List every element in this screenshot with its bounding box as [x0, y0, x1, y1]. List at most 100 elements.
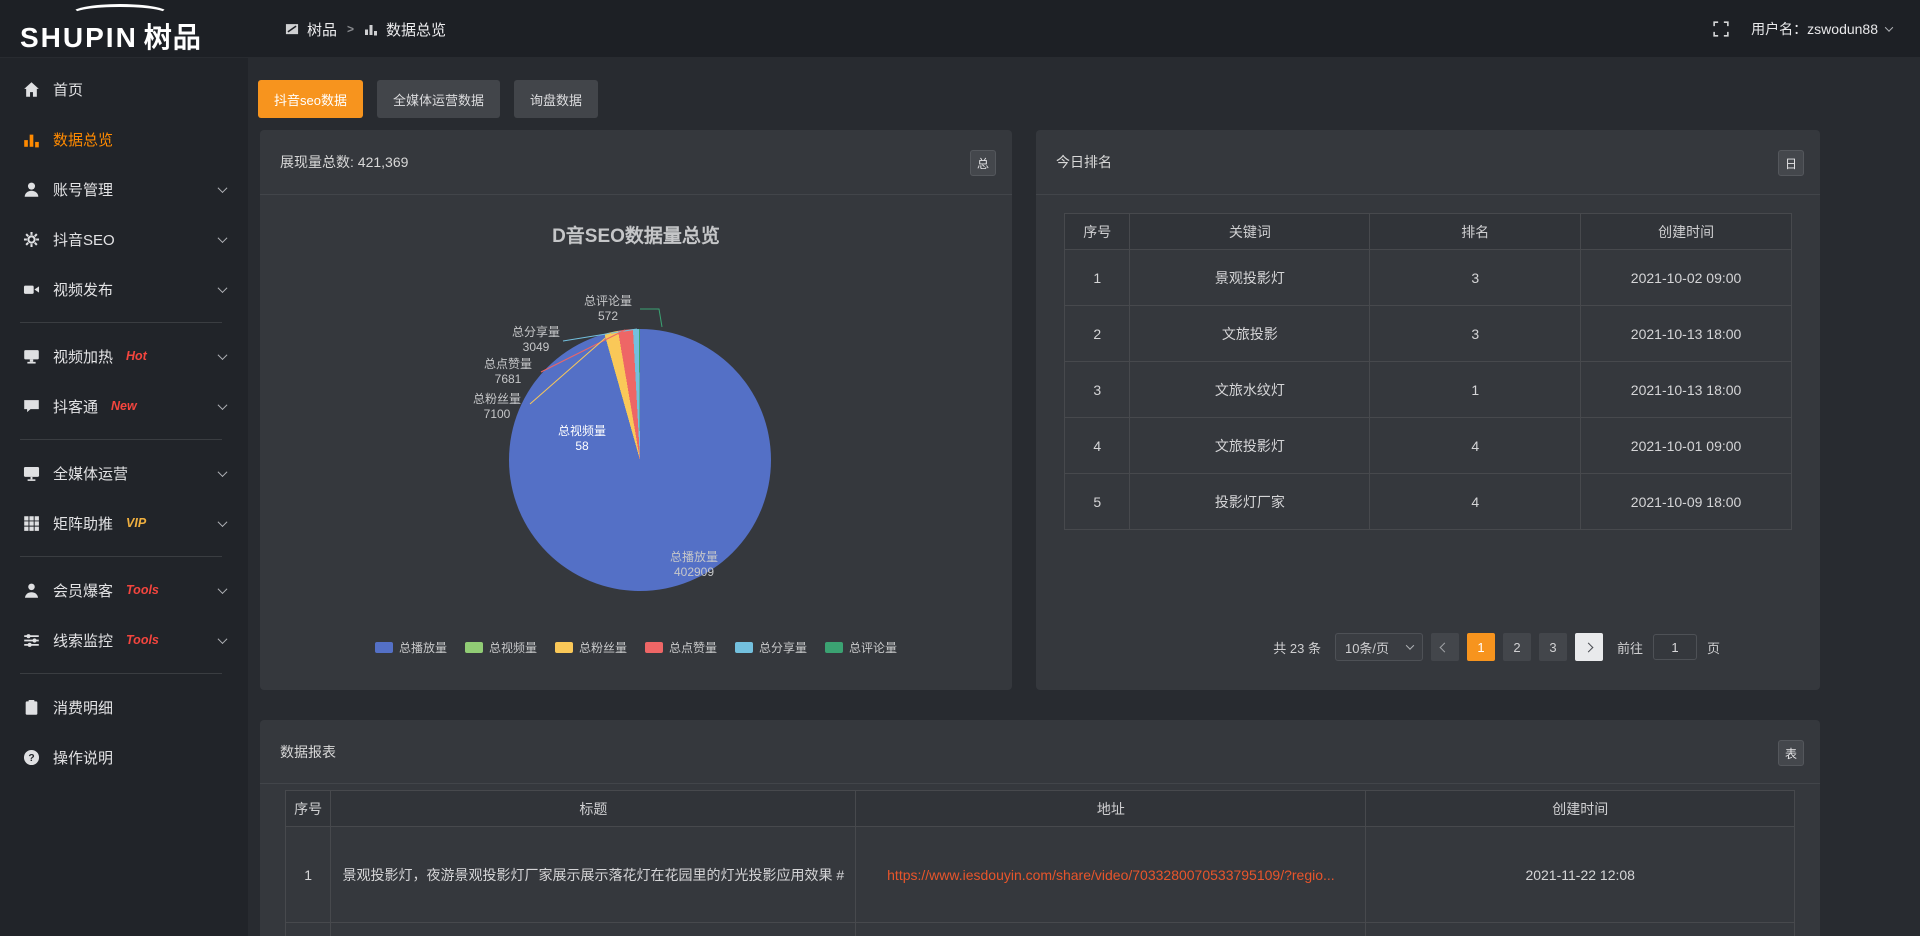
chevron-down-icon — [218, 233, 228, 243]
column-header: 序号 — [286, 791, 331, 827]
tab-2[interactable]: 全媒体运营数据 — [377, 80, 500, 118]
table-cell — [286, 923, 331, 936]
ranking-panel: 今日排名 日 序号关键词排名创建时间1景观投影灯32021-10-02 09:0… — [1036, 130, 1820, 690]
sidebar-item-label: 全媒体运营 — [53, 463, 128, 484]
sidebar-item-label: 会员爆客 — [53, 580, 113, 601]
legend-item-3[interactable]: 总粉丝量 — [555, 639, 627, 656]
sidebar-item-member-baoke[interactable]: 会员爆客Tools — [0, 565, 248, 615]
question-icon: ? — [23, 749, 40, 766]
sidebar-item-lead-monitor[interactable]: 线索监控 Tools — [0, 615, 248, 665]
divider — [20, 556, 222, 557]
ranking-table: 序号关键词排名创建时间1景观投影灯32021-10-02 09:002文旅投影3… — [1064, 213, 1792, 530]
next-page-button[interactable] — [1575, 633, 1603, 661]
page-size-select[interactable]: 10条/页 — [1335, 633, 1423, 661]
impressions-total: 展现量总数: 421,369 — [280, 130, 408, 194]
prev-page-button[interactable] — [1431, 633, 1459, 661]
table-cell: 4 — [1370, 418, 1581, 474]
table-cell: 4 — [1370, 474, 1581, 530]
table-cell: 2 — [1065, 306, 1130, 362]
sidebar-item-omni-media[interactable]: 全媒体运营 — [0, 448, 248, 498]
table-row: 4文旅投影灯42021-10-01 09:00 — [1065, 418, 1792, 474]
sidebar-item-matrix-boost[interactable]: 矩阵助推VIP — [0, 498, 248, 548]
breadcrumb-root[interactable]: 树品 — [307, 19, 337, 40]
legend-swatch — [645, 642, 663, 653]
table-row: 3文旅水纹灯12021-10-13 18:00 — [1065, 362, 1792, 418]
badge: New — [111, 399, 137, 413]
chevron-right-icon — [1584, 642, 1594, 652]
legend-item-6[interactable]: 总评论量 — [825, 639, 897, 656]
legend-item-1[interactable]: 总播放量 — [375, 639, 447, 656]
clipboard-icon — [23, 699, 40, 716]
badge: Tools — [126, 633, 159, 647]
table-cell: 1 — [1065, 250, 1130, 306]
sidebar-item-account-management[interactable]: 账号管理 — [0, 164, 248, 214]
bar-chart-icon — [364, 22, 378, 36]
table-cell: 1 — [1370, 362, 1581, 418]
pie-chart: D音SEO数据量总览 总评论量572 总分享量3049 总点赞量7681 总粉丝… — [260, 195, 1012, 690]
column-header: 序号 — [1065, 214, 1130, 250]
badge: VIP — [126, 516, 146, 530]
divider — [20, 322, 222, 323]
legend-item-4[interactable]: 总点赞量 — [645, 639, 717, 656]
page-button-2[interactable]: 2 — [1503, 633, 1531, 661]
legend-label: 总播放量 — [399, 639, 447, 656]
sidebar-item-home[interactable]: 首页 — [0, 64, 248, 114]
url-cell: https://www.iesdouyin.com/share/video/70… — [856, 827, 1366, 923]
sidebar-item-douyin-seo[interactable]: 抖音SEO — [0, 214, 248, 264]
created-cell: 2021-11-22 12:08 — [1366, 827, 1795, 923]
total-view-button[interactable]: 总 — [970, 150, 996, 176]
sidebar-item-video-publish[interactable]: 视频发布 — [0, 264, 248, 314]
legend-swatch — [735, 642, 753, 653]
pie-graphic — [509, 329, 771, 591]
daily-view-button[interactable]: 日 — [1778, 150, 1804, 176]
report-panel-header: 数据报表 表 — [260, 720, 1820, 784]
total-count-label: 共 23 条 — [1273, 638, 1321, 657]
legend-label: 总评论量 — [849, 639, 897, 656]
table-cell — [1366, 923, 1795, 936]
screen-play-icon — [23, 348, 40, 365]
legend-label: 总视频量 — [489, 639, 537, 656]
sidebar-item-video-heating[interactable]: 视频加热Hot — [0, 331, 248, 381]
table-cell: 投影灯厂家 — [1130, 474, 1370, 530]
jump-prefix-label: 前往 — [1617, 638, 1643, 657]
tab-1[interactable]: 抖音seo数据 — [258, 80, 363, 118]
home-icon — [23, 81, 40, 98]
page-size-value: 10条/页 — [1345, 638, 1389, 657]
legend-label: 总点赞量 — [669, 639, 717, 656]
column-header: 地址 — [856, 791, 1366, 827]
grid-icon — [23, 515, 40, 532]
pie-label-likes: 总点赞量7681 — [476, 357, 540, 387]
user-menu[interactable]: 用户名：zswodun88 — [1751, 19, 1892, 39]
title-cell: 景观投影灯，夜游景观投影灯厂家展示展示落花灯在花园里的灯光投影应用效果 # — [331, 827, 856, 923]
sidebar-item-operation-guide[interactable]: ?操作说明 — [0, 732, 248, 782]
column-header: 排名 — [1370, 214, 1581, 250]
page-button-1[interactable]: 1 — [1467, 633, 1495, 661]
page-jump-input[interactable] — [1653, 634, 1697, 660]
svg-text:?: ? — [28, 753, 34, 764]
sidebar-item-douketong[interactable]: 抖客通New — [0, 381, 248, 431]
legend-item-5[interactable]: 总分享量 — [735, 639, 807, 656]
pie-label-plays: 总播放量402909 — [662, 550, 726, 580]
chevron-down-icon — [218, 634, 228, 644]
table-cell: 2021-10-02 09:00 — [1581, 250, 1792, 306]
table-view-button[interactable]: 表 — [1778, 740, 1804, 766]
sidebar-menu: 首页数据总览账号管理抖音SEO 视频发布视频加热Hot抖客通New 全媒体运营矩阵助… — [0, 58, 248, 782]
report-link[interactable]: https://www.iesdouyin.com/share/video/70… — [887, 867, 1335, 883]
topbar-right: 用户名：zswodun88 — [1713, 0, 1892, 58]
sidebar-item-label: 视频发布 — [53, 279, 113, 300]
sidebar-item-consumption-detail[interactable]: 消费明细 — [0, 682, 248, 732]
legend-label: 总粉丝量 — [579, 639, 627, 656]
fullscreen-icon[interactable] — [1713, 21, 1729, 37]
table-cell: 4 — [1065, 418, 1130, 474]
logo-cjk: 树品 — [144, 22, 202, 53]
logo-text: SHUPIN树品 — [20, 16, 202, 56]
sidebar-item-label: 线索监控 — [53, 630, 113, 651]
breadcrumb: 树品 > 数据总览 — [285, 0, 446, 58]
chevron-down-icon — [218, 517, 228, 527]
table-cell: 2021-10-01 09:00 — [1581, 418, 1792, 474]
page-button-3[interactable]: 3 — [1539, 633, 1567, 661]
tab-3[interactable]: 询盘数据 — [514, 80, 598, 118]
legend-item-2[interactable]: 总视频量 — [465, 639, 537, 656]
sliders-icon — [23, 632, 40, 649]
sidebar-item-data-overview[interactable]: 数据总览 — [0, 114, 248, 164]
